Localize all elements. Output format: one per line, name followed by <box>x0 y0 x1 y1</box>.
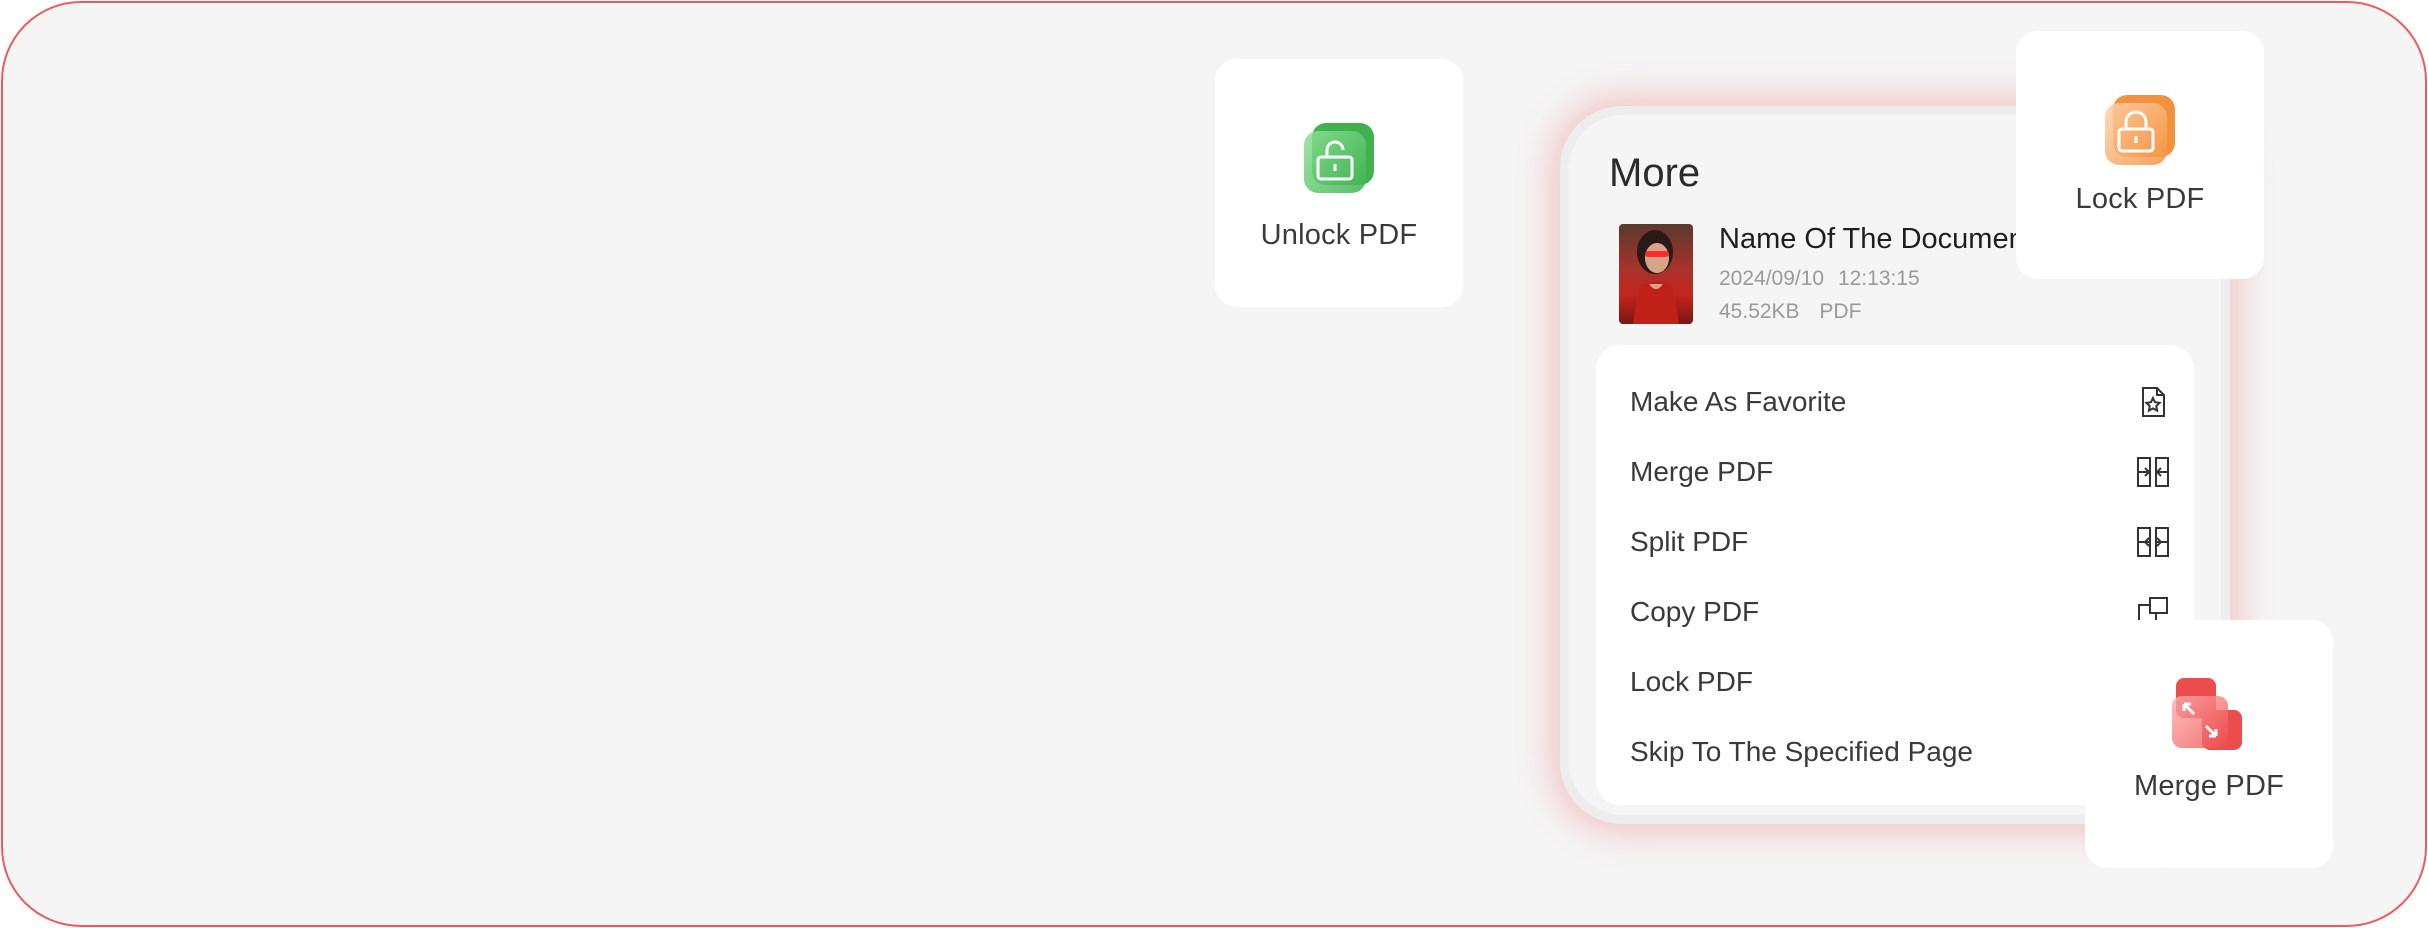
unlock-icon <box>1300 119 1378 197</box>
document-datetime: 2024/09/10 12:13:15 <box>1719 267 1920 291</box>
document-size-type: 45.52KB PDF <box>1719 300 1861 324</box>
lock-pdf-tile[interactable]: Lock PDF <box>2016 31 2264 279</box>
document-date: 2024/09/10 <box>1719 267 1825 290</box>
lock-icon <box>2101 91 2179 169</box>
menu-item-label: Copy PDF <box>1630 596 1760 627</box>
menu-item-split[interactable]: Split PDF <box>1630 515 2170 569</box>
menu-item-favorite[interactable]: Make As Favorite <box>1630 375 2170 429</box>
document-name: Name Of The Document <box>1719 223 2033 255</box>
merge-icon <box>2170 676 2248 754</box>
unlock-pdf-tile[interactable]: Unlock PDF <box>1215 59 1463 307</box>
merge-pdf-tile[interactable]: Merge PDF <box>2085 620 2333 868</box>
menu-item-label: Split PDF <box>1630 526 1749 557</box>
document-thumbnail <box>1619 224 1693 324</box>
menu-item-label: Skip To The Specified Page <box>1630 736 1973 767</box>
document-size: 45.52KB <box>1719 300 1800 323</box>
split-icon <box>2136 525 2170 559</box>
document-time: 12:13:15 <box>1837 267 1920 290</box>
document-type: PDF <box>1819 300 1862 323</box>
merge-icon <box>2136 455 2170 489</box>
unlock-pdf-label: Unlock PDF <box>1260 219 1418 251</box>
menu-item-label: Merge PDF <box>1630 456 1774 487</box>
lock-pdf-label: Lock PDF <box>2075 183 2205 215</box>
menu-item-merge[interactable]: Merge PDF <box>1630 445 2170 499</box>
panel-title: More <box>1609 151 1701 195</box>
menu-item-label: Lock PDF <box>1630 666 1753 697</box>
canvas-frame: Unlock PDF More Name Of The Document 202… <box>1 1 2427 927</box>
menu-item-label: Make As Favorite <box>1630 386 1847 417</box>
merge-pdf-label: Merge PDF <box>2133 770 2285 802</box>
favorite-doc-icon <box>2136 385 2170 419</box>
